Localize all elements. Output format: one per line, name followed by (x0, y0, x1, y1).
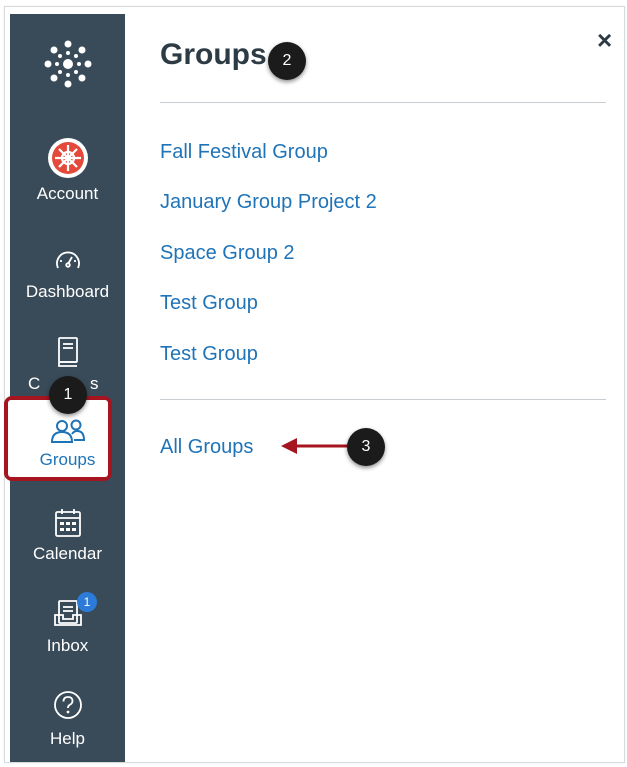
sidebar-item-label: Groups (39, 450, 96, 469)
group-link[interactable]: January Group Project 2 (160, 191, 377, 214)
courses-label-right: s (90, 374, 99, 393)
speedometer-icon (55, 251, 80, 269)
canvas-logo[interactable] (10, 38, 125, 108)
pointer-arrow-icon (281, 438, 353, 454)
group-link[interactable]: Space Group 2 (160, 242, 295, 265)
sidebar-item-label: Calendar (33, 544, 102, 563)
help-icon (53, 691, 82, 719)
divider (160, 102, 606, 103)
sidebar-item-inbox[interactable]: Inbox (10, 598, 125, 656)
book-icon (57, 337, 78, 367)
callout-badge-2: 2 (268, 42, 306, 80)
sidebar-item-label: Dashboard (25, 282, 110, 301)
sidebar-item-calendar[interactable]: Calendar (10, 508, 125, 564)
account-avatar-icon (47, 138, 88, 178)
callout-badge-1: 1 (49, 376, 87, 414)
sidebar-item-groups[interactable]: Groups (10, 418, 125, 470)
all-groups-link[interactable]: All Groups (160, 436, 253, 459)
close-tray-button[interactable]: × (597, 27, 612, 53)
canvas-logo-icon (44, 40, 91, 88)
sidebar-item-help[interactable]: Help (10, 690, 125, 749)
courses-label-left: C (28, 374, 41, 393)
sidebar-item-dashboard[interactable]: Dashboard (10, 246, 125, 302)
divider (160, 399, 606, 400)
sidebar-item-label: Inbox (46, 636, 89, 655)
sidebar-item-account[interactable]: Account (10, 138, 125, 204)
sidebar-item-label: Help (50, 729, 85, 748)
sidebar-item-label: Account (36, 184, 99, 203)
inbox-unread-badge: 1 (77, 592, 97, 612)
tray-title: Groups (160, 38, 267, 71)
users-icon (50, 419, 85, 443)
group-link[interactable]: Fall Festival Group (160, 141, 328, 164)
group-link[interactable]: Test Group (160, 343, 258, 366)
callout-badge-3: 3 (347, 428, 385, 466)
group-link[interactable]: Test Group (160, 292, 258, 315)
calendar-icon (54, 509, 81, 537)
